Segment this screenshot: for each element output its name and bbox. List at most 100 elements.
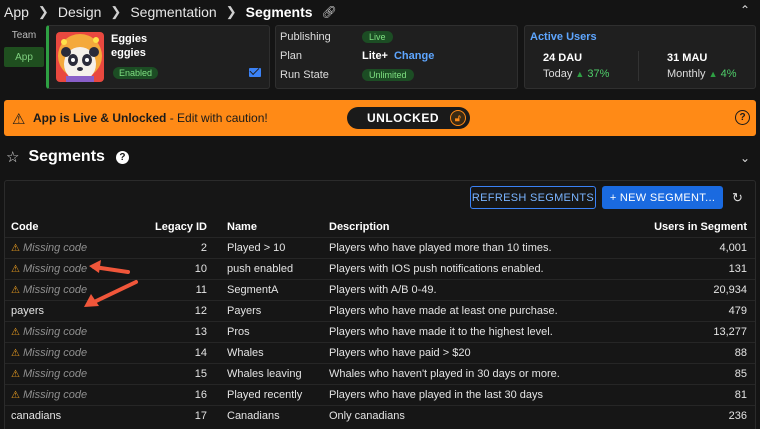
segment-description: Players who have paid > $20 bbox=[323, 341, 610, 363]
star-icon[interactable]: ☆ bbox=[6, 148, 19, 166]
status-badge: Enabled bbox=[113, 67, 159, 79]
app-button[interactable]: App bbox=[4, 47, 44, 67]
dau-stat: 24 DAU Today ▲ 37% bbox=[543, 52, 609, 80]
table-row[interactable]: payers 12 Payers Players who have made at l… bbox=[5, 299, 755, 321]
segment-user-count: 20,934 bbox=[610, 278, 755, 300]
segment-user-count: 81 bbox=[610, 383, 755, 405]
segment-name: Canadians bbox=[221, 404, 323, 426]
mau-change: 4% bbox=[720, 68, 737, 80]
trend-up-icon: ▲ bbox=[575, 69, 585, 79]
column-header-users[interactable]: Users in Segment bbox=[610, 217, 755, 237]
warning-icon: ⚠︎ bbox=[12, 111, 26, 128]
warning-icon: ⚠︎ bbox=[11, 263, 20, 275]
plan-label: Plan bbox=[280, 50, 303, 62]
segment-code[interactable]: ⚠︎ Missing code bbox=[5, 320, 147, 342]
segment-code[interactable]: ⚠︎ Missing code bbox=[5, 257, 147, 279]
table-row[interactable]: ⚠︎ Missing code 10 push enabled Players with… bbox=[5, 257, 755, 279]
table-row[interactable]: ⚠︎ Missing code 2 Played > 10 Players who ha… bbox=[5, 236, 755, 258]
segment-description: Players who have made at least one purch… bbox=[323, 299, 610, 321]
chevron-right-icon: ❯ bbox=[37, 4, 49, 19]
warning-message: App is Live & Unlocked - Edit with cauti… bbox=[33, 111, 268, 125]
warning-icon: ⚠︎ bbox=[11, 284, 20, 296]
segment-legacy-id: 15 bbox=[147, 362, 221, 384]
segment-name: Pros bbox=[221, 320, 323, 342]
dau-period: Today bbox=[543, 68, 573, 80]
active-users-card: Active Users 24 DAU Today ▲ 37% 31 MAU M… bbox=[524, 25, 756, 89]
breadcrumb-app[interactable]: App bbox=[4, 4, 29, 20]
segment-name: Payers bbox=[221, 299, 323, 321]
segment-code[interactable]: ⚠︎ Missing code bbox=[5, 278, 147, 300]
table-header-row: Code Legacy ID Name Description Users in… bbox=[5, 217, 755, 237]
reload-icon[interactable]: ↻ bbox=[732, 190, 743, 206]
unlock-toggle[interactable]: UNLOCKED 🔓︎ bbox=[347, 107, 470, 129]
chevron-right-icon: ❯ bbox=[225, 4, 237, 19]
mail-icon[interactable] bbox=[249, 68, 261, 77]
missing-code-label: Missing code bbox=[22, 346, 88, 359]
new-segment-button[interactable]: + NEW SEGMENT... bbox=[602, 186, 723, 209]
lock-icon: 🔓︎ bbox=[450, 110, 466, 126]
segment-code[interactable]: payers bbox=[5, 299, 147, 321]
plan-change-link[interactable]: Change bbox=[394, 50, 434, 62]
plan-card: Publishing Live Plan Lite+ Change Run St… bbox=[275, 25, 518, 89]
segment-name: SegmentA bbox=[221, 278, 323, 300]
help-icon[interactable]: ? bbox=[735, 110, 750, 125]
segment-legacy-id: 11 bbox=[147, 278, 221, 300]
segment-legacy-id: 17 bbox=[147, 404, 221, 426]
live-warning-banner: ⚠︎ App is Live & Unlocked - Edit with ca… bbox=[4, 100, 756, 136]
column-header-code[interactable]: Code bbox=[5, 217, 147, 237]
column-header-legacy-id[interactable]: Legacy ID bbox=[147, 217, 221, 237]
segment-name: Whales bbox=[221, 341, 323, 363]
missing-code-label: Missing code bbox=[22, 241, 88, 254]
segment-description: Players who have played more than 10 tim… bbox=[323, 236, 610, 258]
segment-legacy-id: 12 bbox=[147, 299, 221, 321]
breadcrumb-segmentation[interactable]: Segmentation bbox=[130, 4, 216, 20]
table-row[interactable]: ⚠︎ Missing code 15 Whales leaving Whales who… bbox=[5, 362, 755, 384]
table-row[interactable]: ⚠︎ Missing code 11 SegmentA Players with A/B… bbox=[5, 278, 755, 300]
mau-value: 31 MAU bbox=[667, 52, 708, 64]
segment-code[interactable]: ⚠︎ Missing code bbox=[5, 362, 147, 384]
column-header-name[interactable]: Name bbox=[221, 217, 323, 237]
section-header: ☆ Segments ? bbox=[6, 148, 129, 166]
segment-description: Players who have made it to the highest … bbox=[323, 320, 610, 342]
table-row[interactable]: ⚠︎ Missing code 14 Whales Players who have p… bbox=[5, 341, 755, 363]
table-row[interactable]: canadians 17 Canadians Only canadians 236 bbox=[5, 404, 755, 426]
warning-icon: ⚠︎ bbox=[11, 242, 20, 254]
mau-stat: 31 MAU Monthly ▲ 4% bbox=[667, 52, 736, 80]
team-label: Team bbox=[11, 30, 37, 41]
segment-legacy-id: 14 bbox=[147, 341, 221, 363]
unlock-toggle-label: UNLOCKED bbox=[367, 111, 439, 125]
segment-code[interactable]: ⚠︎ Missing code bbox=[5, 341, 147, 363]
stat-divider bbox=[638, 51, 639, 81]
segment-user-count: 4,001 bbox=[610, 236, 755, 258]
column-header-description[interactable]: Description bbox=[323, 217, 610, 237]
refresh-segments-button[interactable]: REFRESH SEGMENTS bbox=[470, 186, 596, 209]
dau-value: 24 DAU bbox=[543, 52, 583, 64]
table-row[interactable]: ⚠︎ Missing code 16 Played recently Players w… bbox=[5, 383, 755, 405]
help-icon[interactable]: ? bbox=[115, 150, 129, 164]
segments-panel: REFRESH SEGMENTS + NEW SEGMENT... ↻ Code… bbox=[4, 180, 756, 429]
active-users-title[interactable]: Active Users bbox=[530, 31, 597, 43]
chevron-down-icon[interactable]: ⌄ bbox=[740, 151, 750, 165]
segment-legacy-id: 10 bbox=[147, 257, 221, 279]
missing-code-label: Missing code bbox=[22, 325, 88, 338]
segment-user-count: 85 bbox=[610, 362, 755, 384]
link-icon[interactable]: 🔗︎ bbox=[322, 5, 337, 19]
warning-icon: ⚠︎ bbox=[11, 389, 20, 401]
missing-code-label: Missing code bbox=[22, 388, 88, 401]
segment-code[interactable]: ⚠︎ Missing code bbox=[5, 383, 147, 405]
missing-code-label: Missing code bbox=[22, 367, 88, 380]
segment-code[interactable]: ⚠︎ Missing code bbox=[5, 236, 147, 258]
app-card[interactable]: Eggies eggies Enabled bbox=[46, 25, 270, 89]
breadcrumb-segments: Segments bbox=[245, 4, 313, 20]
chevron-up-icon[interactable]: ⌃ bbox=[740, 3, 750, 17]
app-name: Eggies eggies bbox=[111, 33, 148, 59]
page-title: Segments bbox=[28, 148, 105, 165]
segment-legacy-id: 2 bbox=[147, 236, 221, 258]
run-state-badge: Unlimited bbox=[362, 69, 414, 81]
run-state-label: Run State bbox=[280, 69, 329, 81]
segment-code[interactable]: canadians bbox=[5, 404, 147, 426]
mau-period: Monthly bbox=[667, 68, 706, 80]
table-row[interactable]: ⚠︎ Missing code 13 Pros Players who have mad… bbox=[5, 320, 755, 342]
segment-name: Whales leaving bbox=[221, 362, 323, 384]
breadcrumb-design[interactable]: Design bbox=[58, 4, 102, 20]
